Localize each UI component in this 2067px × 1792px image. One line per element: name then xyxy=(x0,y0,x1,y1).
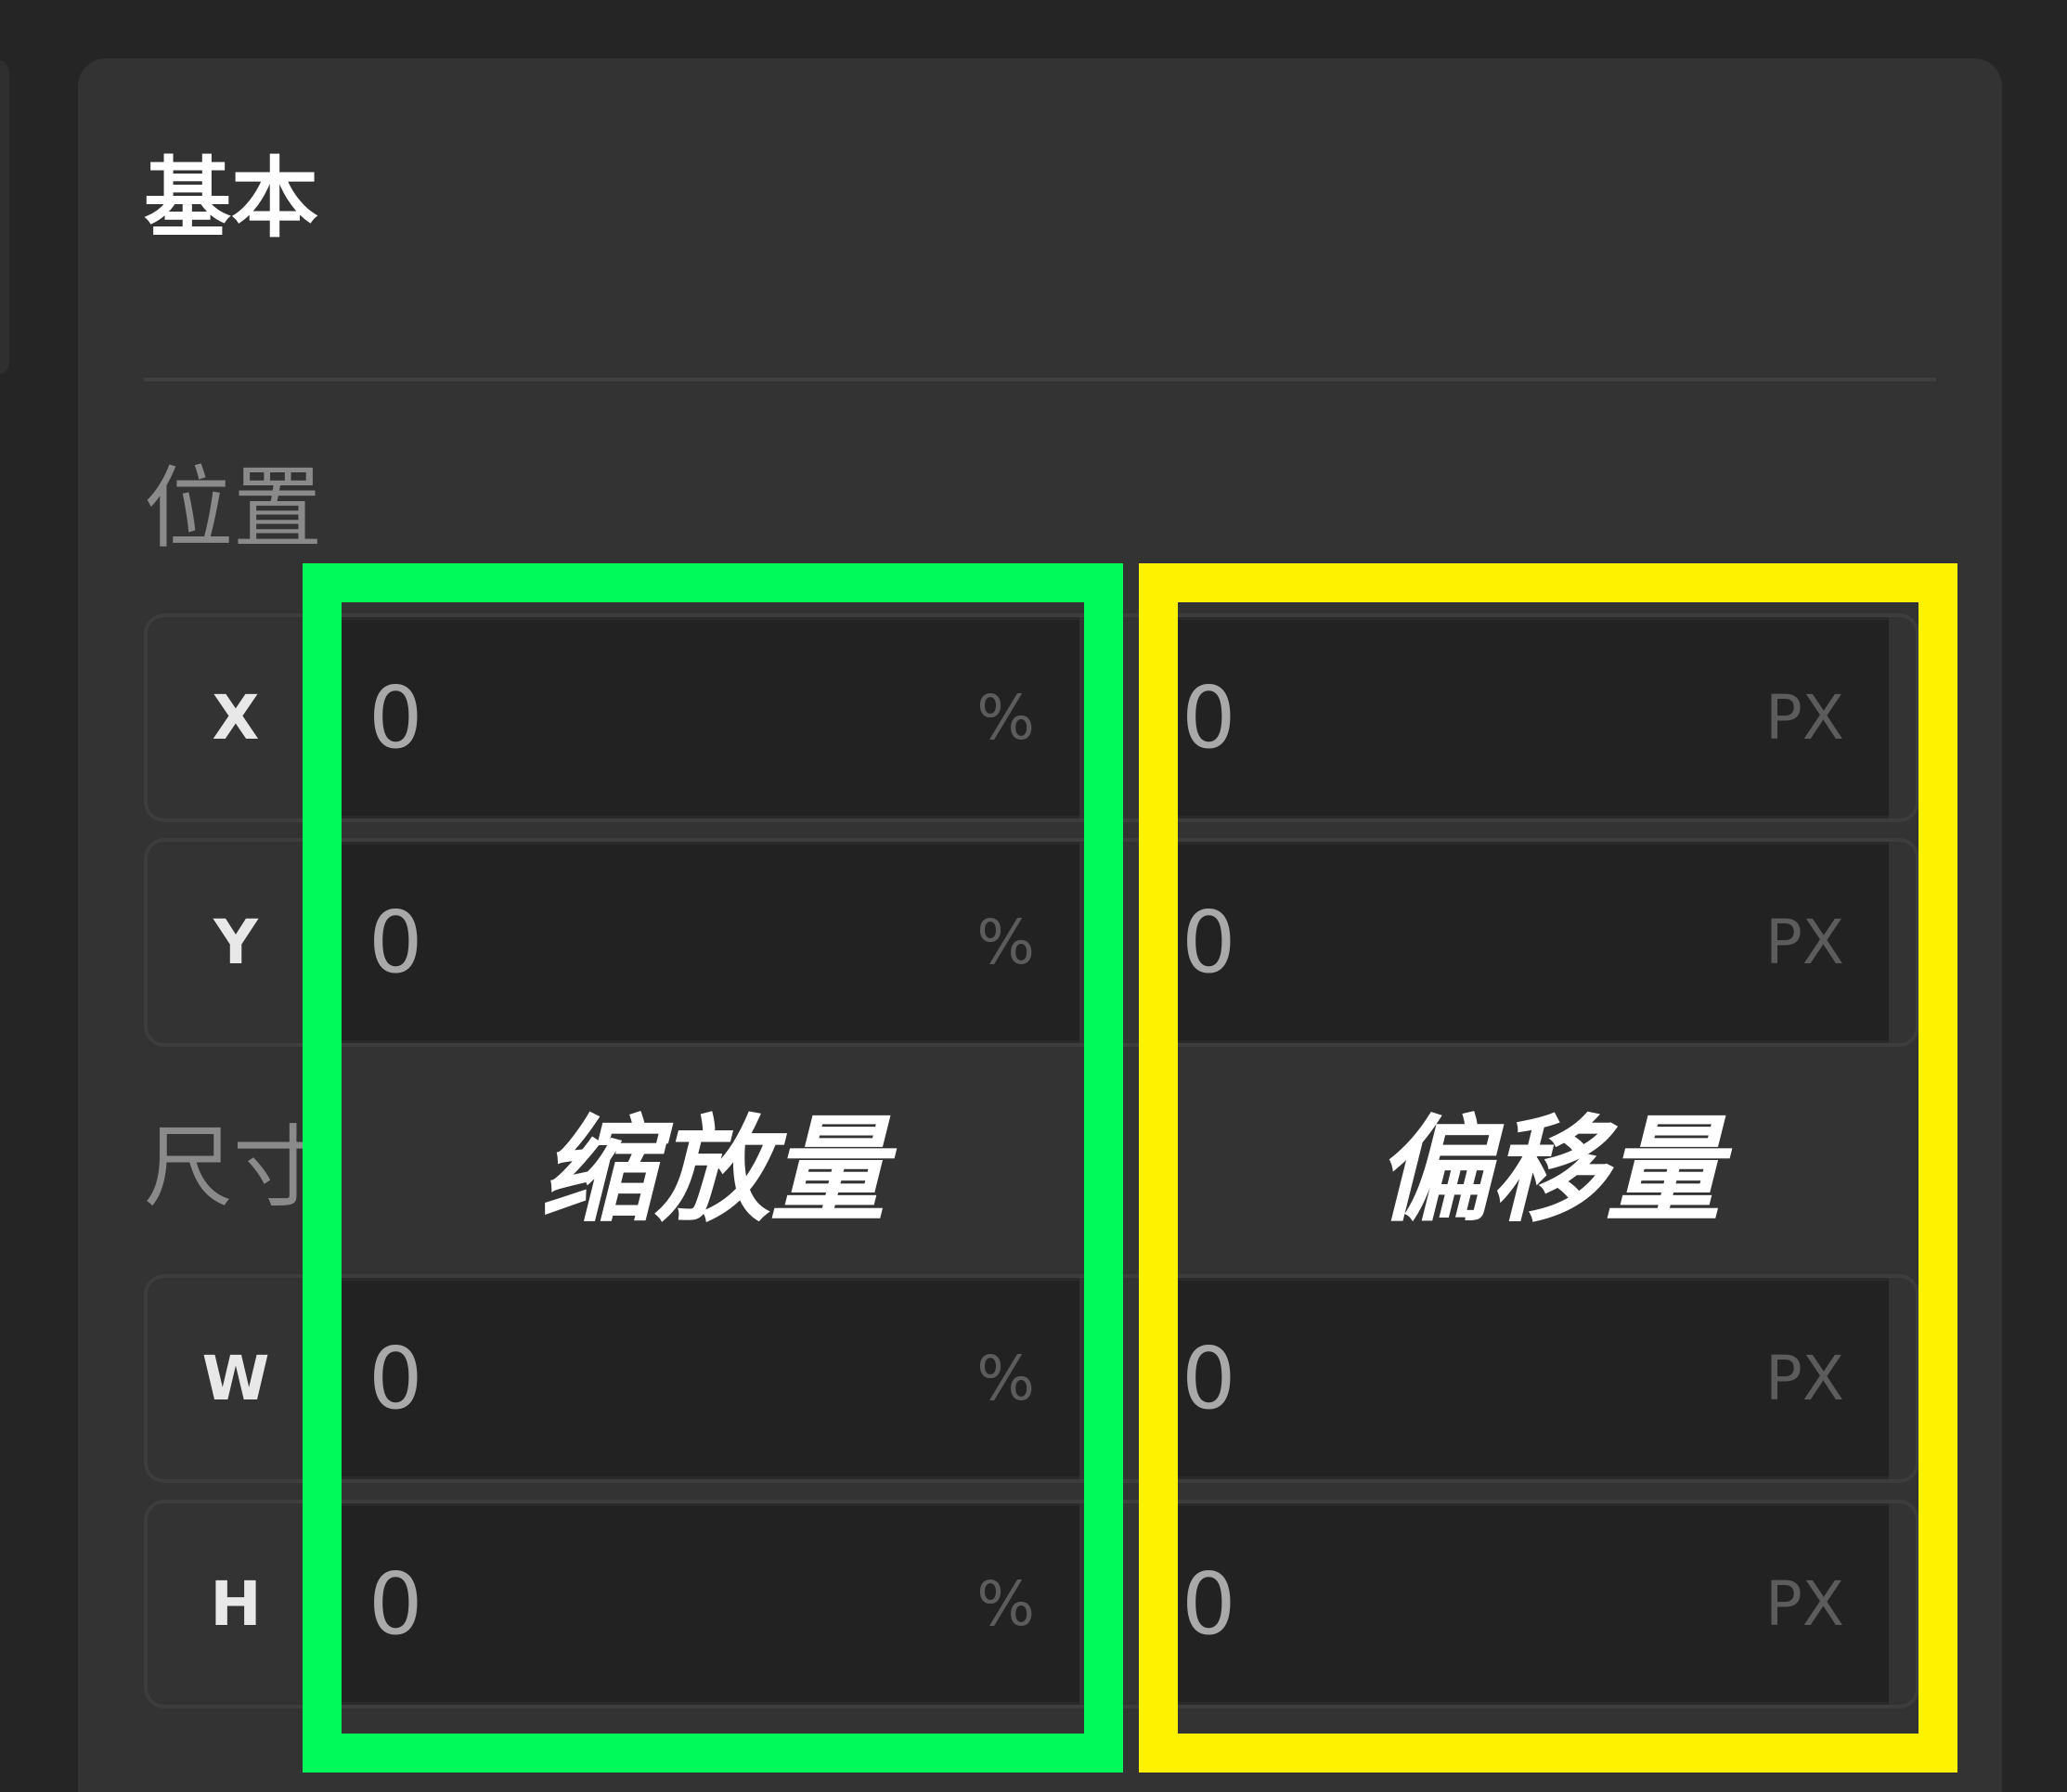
left-sidebar-edge xyxy=(0,59,9,375)
section-title: 基本 xyxy=(144,148,319,250)
axis-label-x: X xyxy=(212,682,260,754)
axis-label-y: Y xyxy=(213,907,258,978)
axis-label-w: W xyxy=(201,1343,270,1414)
offset-callout-label: 偏移量 xyxy=(1375,1104,1721,1238)
scale-callout-label: 缩放量 xyxy=(539,1104,885,1238)
section-divider xyxy=(144,378,1936,381)
axis-label-h: H xyxy=(210,1568,262,1640)
position-group-label: 位置 xyxy=(144,457,322,561)
size-group-label: 尺寸 xyxy=(144,1115,322,1219)
